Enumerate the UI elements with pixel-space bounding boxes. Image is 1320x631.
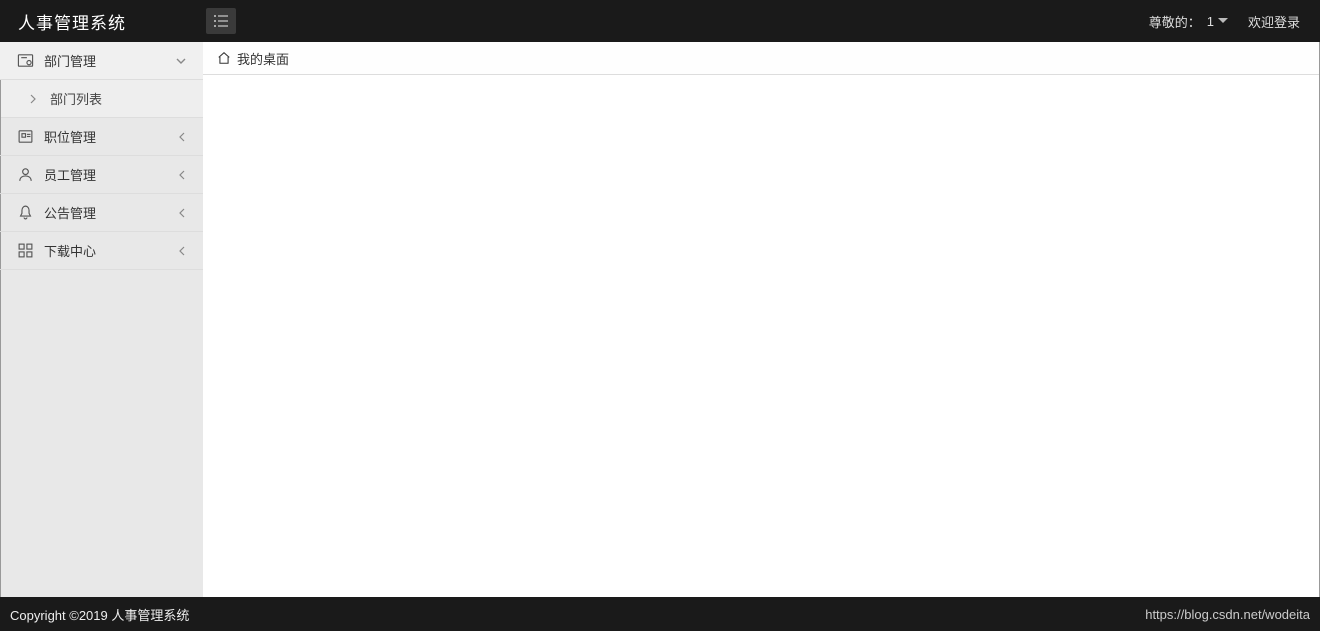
header-right: 尊敬的： 1 欢迎登录 xyxy=(1149,12,1310,31)
welcome-login-link[interactable]: 欢迎登录 xyxy=(1248,12,1300,31)
sidebar-item-label: 员工管理 xyxy=(44,165,177,184)
caret-down-icon xyxy=(1218,18,1228,24)
header: 人事管理系统 尊敬的： 1 欢迎登录 xyxy=(0,0,1320,42)
sidebar-item-employee[interactable]: 员工管理 xyxy=(0,156,203,194)
sidebar-item-label: 公告管理 xyxy=(44,203,177,222)
chevron-left-icon xyxy=(177,170,187,180)
user-icon xyxy=(16,166,34,184)
grid-icon xyxy=(16,242,34,260)
sidebar-item-department[interactable]: 部门管理 xyxy=(0,42,203,80)
greeting-prefix: 尊敬的： xyxy=(1149,12,1201,31)
sidebar-item-notice[interactable]: 公告管理 xyxy=(0,194,203,232)
tab-label: 我的桌面 xyxy=(237,49,289,68)
app-title: 人事管理系统 xyxy=(18,9,126,34)
tab-desktop[interactable]: 我的桌面 xyxy=(217,49,289,68)
sidebar-item-label: 部门管理 xyxy=(44,51,175,70)
chevron-left-icon xyxy=(177,132,187,142)
sidebar: 部门管理 部门列表 职位管理 xyxy=(0,42,203,597)
sidebar-item-position[interactable]: 职位管理 xyxy=(0,118,203,156)
chevron-left-icon xyxy=(177,208,187,218)
username: 1 xyxy=(1207,14,1214,29)
chevron-down-icon xyxy=(175,55,187,67)
home-icon xyxy=(217,51,231,65)
sidebar-item-download[interactable]: 下载中心 xyxy=(0,232,203,270)
user-dropdown[interactable]: 1 xyxy=(1207,14,1228,29)
sidebar-item-label: 职位管理 xyxy=(44,127,177,146)
main-content: 我的桌面 xyxy=(203,42,1320,597)
footer: Copyright ©2019 人事管理系统 https://blog.csdn… xyxy=(0,597,1320,631)
chevron-right-icon xyxy=(28,94,38,104)
sidebar-item-label: 下载中心 xyxy=(44,241,177,260)
bell-icon xyxy=(16,204,34,222)
list-icon xyxy=(213,14,229,28)
footer-copyright: Copyright ©2019 人事管理系统 xyxy=(10,605,189,624)
sidebar-subitem-label: 部门列表 xyxy=(50,89,102,108)
sidebar-subitem-department-list[interactable]: 部门列表 xyxy=(0,80,203,118)
toggle-sidebar-button[interactable] xyxy=(206,8,236,34)
content-area xyxy=(203,75,1320,597)
chevron-left-icon xyxy=(177,246,187,256)
badge-icon xyxy=(16,128,34,146)
footer-watermark: https://blog.csdn.net/wodeita xyxy=(1145,607,1310,622)
folder-settings-icon xyxy=(16,52,34,70)
tab-bar: 我的桌面 xyxy=(203,42,1320,75)
